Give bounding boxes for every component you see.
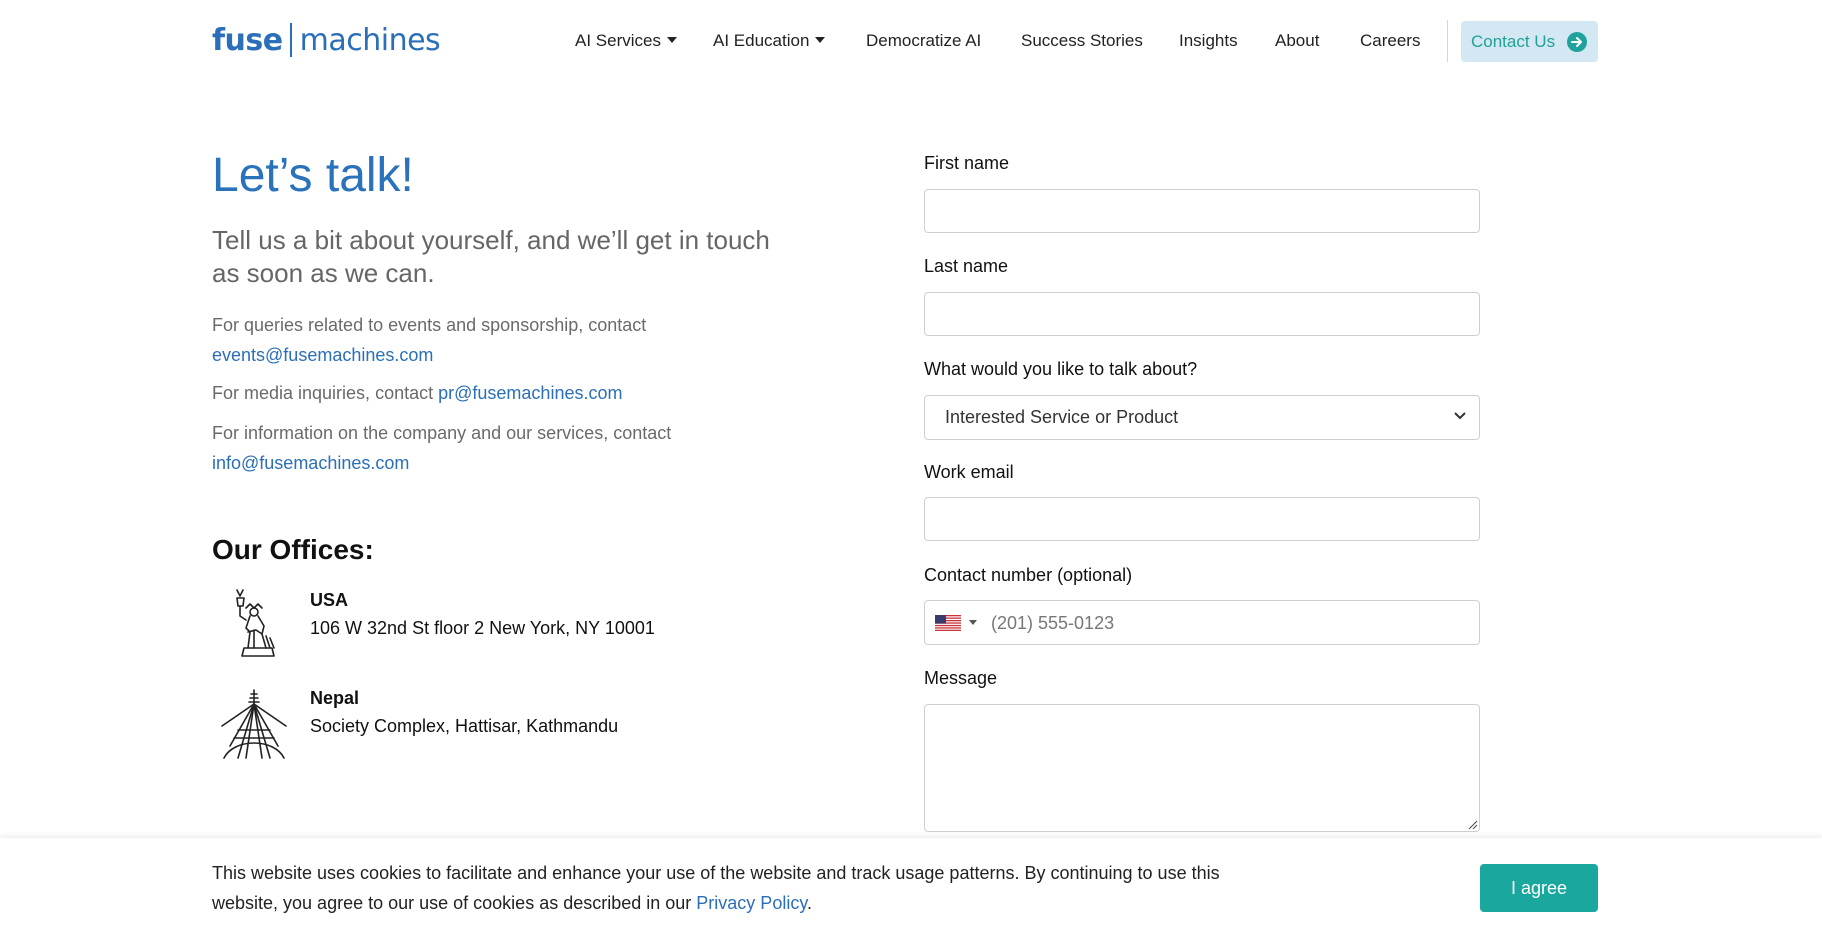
caret-down-icon (815, 37, 826, 43)
nav-insights[interactable]: Insights (1179, 21, 1238, 61)
office-nepal-name: Nepal (310, 688, 360, 708)
nav-democratize-ai[interactable]: Democratize AI (866, 21, 981, 61)
info-contact-text: For information on the company and our s… (212, 418, 772, 478)
work-email-field[interactable] (924, 497, 1480, 541)
first-name-label: First name (924, 153, 1010, 173)
media-contact-label: For media inquiries, contact (212, 383, 434, 403)
country-dropdown-caret-icon[interactable] (969, 620, 977, 625)
chevron-down-icon (1454, 412, 1466, 420)
info-contact-label: For information on the company and our s… (212, 423, 672, 443)
cookie-notice-suffix: . (807, 893, 813, 913)
nav-careers[interactable]: Careers (1360, 21, 1420, 61)
nav-divider (1447, 20, 1448, 62)
info-email-link[interactable]: info@fusemachines.com (212, 453, 409, 473)
nav-about[interactable]: About (1275, 21, 1319, 61)
topic-select[interactable]: Interested Service or Product (924, 395, 1480, 440)
i-agree-button[interactable]: I agree (1480, 864, 1598, 912)
work-email-label: Work email (924, 462, 1014, 482)
arrow-right-circle-icon (1567, 31, 1588, 52)
last-name-label: Last name (924, 256, 1009, 276)
message-field[interactable] (924, 704, 1480, 832)
topic-selected-value: Interested Service or Product (945, 407, 1179, 427)
office-nepal-address: Society Complex, Hattisar, Kathmandu (310, 716, 619, 736)
nav-success-stories[interactable]: Success Stories (1021, 21, 1143, 61)
cookie-notice-text: This website uses cookies to facilitate … (212, 858, 1232, 918)
offices-title: Our Offices: (212, 534, 374, 565)
nav-ai-services[interactable]: AI Services (575, 21, 677, 61)
contact-number-label: Contact number (optional) (924, 565, 1133, 585)
resize-handle-icon[interactable] (1466, 818, 1478, 830)
message-label: Message (924, 668, 998, 688)
events-email-link[interactable]: events@fusemachines.com (212, 345, 433, 365)
last-name-field[interactable] (924, 292, 1480, 336)
site-header: fuse machines AI Services AI Education D… (0, 0, 1822, 82)
events-contact-label: For queries related to events and sponso… (212, 315, 647, 335)
nav-ai-education[interactable]: AI Education (713, 21, 826, 61)
office-usa: USA 106 W 32nd St floor 2 New York, NY 1… (212, 588, 772, 668)
contact-number-field-wrapper (924, 600, 1480, 645)
caret-down-icon (666, 37, 677, 43)
pr-email-link[interactable]: pr@fusemachines.com (438, 383, 622, 403)
office-nepal: Nepal Society Complex, Hattisar, Kathman… (212, 686, 772, 766)
office-usa-name: USA (310, 590, 349, 610)
privacy-policy-link[interactable]: Privacy Policy (696, 893, 807, 913)
us-flag-icon[interactable] (935, 615, 961, 631)
contact-us-label: Contact Us (1471, 31, 1556, 51)
statue-of-liberty-icon (236, 589, 275, 657)
page-subtitle: Tell us a bit about yourself, and we’ll … (212, 225, 770, 288)
nav-ai-education-label: AI Education (713, 31, 810, 50)
contact-us-button[interactable]: Contact Us (1461, 21, 1598, 62)
topic-label: What would you like to talk about? (924, 359, 1198, 379)
cookie-banner: This website uses cookies to facilitate … (0, 838, 1822, 930)
contact-number-input[interactable] (989, 602, 1473, 645)
nav-ai-services-label: AI Services (575, 31, 661, 50)
office-usa-address: 106 W 32nd St floor 2 New York, NY 10001 (310, 618, 655, 638)
page-title: Let’s talk! (212, 149, 414, 202)
media-contact-text: For media inquiries, contact pr@fusemach… (212, 378, 772, 408)
stupa-icon (221, 689, 287, 759)
first-name-field[interactable] (924, 189, 1480, 233)
events-contact-text: For queries related to events and sponso… (212, 310, 772, 370)
